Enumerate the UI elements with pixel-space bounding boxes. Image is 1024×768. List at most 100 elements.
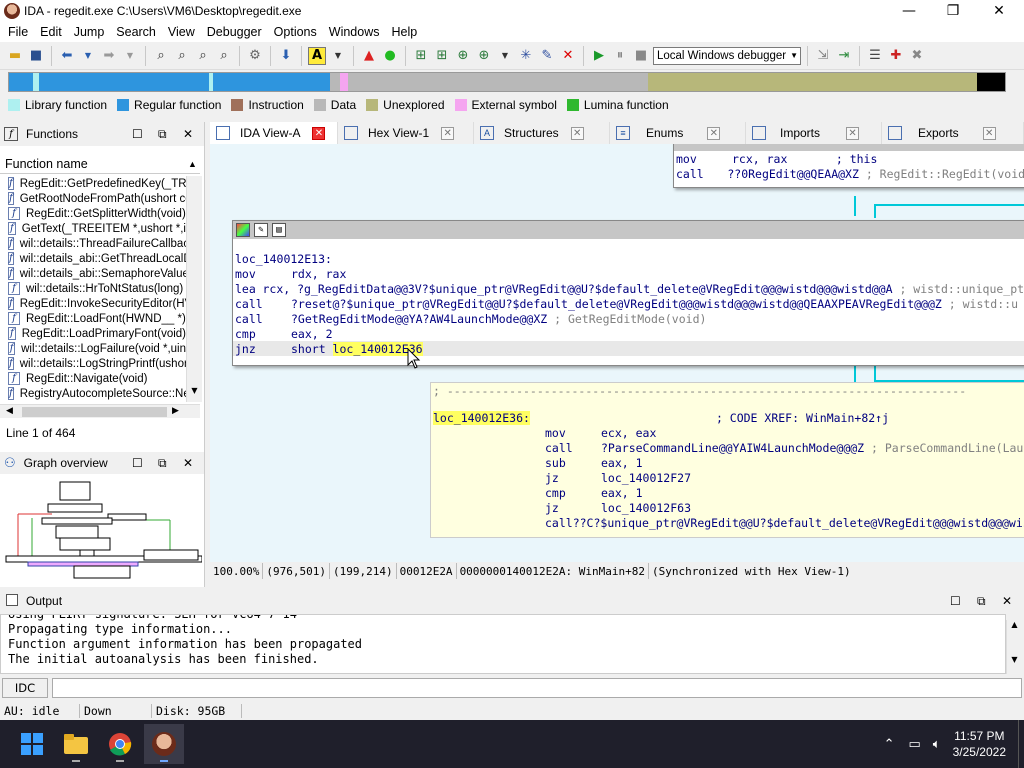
scroll-down-icon[interactable]: ▼ xyxy=(1007,655,1022,664)
stop-icon[interactable]: ■ xyxy=(632,47,650,65)
tab-exports[interactable]: Exports ✕ xyxy=(882,122,1024,144)
node-color-icon[interactable] xyxy=(236,223,250,237)
maximize-button[interactable]: ❐ xyxy=(930,0,976,22)
back-arrow-icon[interactable]: ⬅ xyxy=(58,47,76,65)
list-item[interactable]: f GetText(_TREEITEM *,ushort *,i xyxy=(0,221,186,236)
location-label[interactable]: loc_140012E36: xyxy=(433,410,530,425)
list-item[interactable]: f RegEdit::GetPredefinedKey(_TRE xyxy=(0,176,186,191)
start-button[interactable] xyxy=(12,724,52,764)
step-over-icon[interactable]: ⇥ xyxy=(835,47,853,65)
asm-line[interactable]: cmp eax, 2 xyxy=(233,326,1024,341)
scroll-left-icon[interactable]: ◀ xyxy=(6,406,13,416)
forward-arrow-icon[interactable]: ➡ xyxy=(100,47,118,65)
open-folder-icon[interactable]: ▬ xyxy=(6,47,24,65)
asm-line[interactable]: mov rdx, rax xyxy=(233,266,1024,281)
panel-close-icon[interactable]: ✕ xyxy=(1002,594,1012,608)
delete-x-icon[interactable]: ✕ xyxy=(559,47,577,65)
pause-icon[interactable]: ⏸ xyxy=(611,47,629,65)
edit-icon[interactable]: ✎ xyxy=(538,47,556,65)
list-item[interactable]: f RegEdit::GetSplitterWidth(void) xyxy=(0,206,186,221)
list-item[interactable]: f wil::details::ThreadFailureCallbac xyxy=(0,236,186,251)
menu-view[interactable]: View xyxy=(162,25,201,39)
output-vscrollbar[interactable]: ▲ ▼ xyxy=(1006,620,1022,674)
chevron-up-icon[interactable]: ⌃ xyxy=(884,736,895,752)
tab-enums[interactable]: ≡ Enums ✕ xyxy=(610,122,746,144)
breakpoint-remove-icon[interactable]: ✖ xyxy=(908,47,926,65)
graph-overview-minimap[interactable] xyxy=(2,478,202,584)
list-item[interactable]: f RegEdit::LoadPrimaryFont(void) xyxy=(0,326,186,341)
asm-label[interactable]: loc_140012E13: xyxy=(233,251,1024,266)
list-item[interactable]: f wil::details::LogStringPrintf(ushor xyxy=(0,356,186,371)
panel-close-icon[interactable]: ✕ xyxy=(183,456,193,470)
function-name-column-header[interactable]: Function name ▲ xyxy=(0,154,200,174)
add-item-icon[interactable]: ⊕ xyxy=(454,47,472,65)
tab-close-icon[interactable]: ✕ xyxy=(570,126,584,140)
list-item[interactable]: f wil::details::LogFailure(void *,uin xyxy=(0,341,186,356)
asm-line[interactable]: call ?reset@?$unique_ptr@VRegEdit@@U?$def… xyxy=(233,296,1024,311)
idc-language-button[interactable]: IDC xyxy=(2,678,48,698)
panel-maximize-icon[interactable]: ☐ xyxy=(950,594,961,608)
string-type-icon[interactable]: A xyxy=(308,46,326,65)
panel-float-icon[interactable]: ⧉ xyxy=(158,456,167,471)
network-icon[interactable]: ▭ xyxy=(909,736,921,752)
panel-maximize-icon[interactable]: ☐ xyxy=(132,127,143,141)
asm-line[interactable]: call ??C?$unique_ptr@VRegEdit@@U?$default… xyxy=(431,515,1024,530)
asm-line[interactable]: cmp eax, 1 xyxy=(431,485,1024,500)
show-desktop-button[interactable] xyxy=(1018,720,1024,768)
tab-close-icon[interactable]: ✕ xyxy=(707,126,721,140)
graph-node-loc-140012e13[interactable]: ✎ ▤ loc_140012E13: mov rdx, rax lea rcx, ?… xyxy=(232,220,1024,366)
clock[interactable]: 11:57 PM 3/25/2022 xyxy=(953,728,1006,760)
menu-search[interactable]: Search xyxy=(110,25,162,39)
binoculars-icon[interactable]: ⌕ xyxy=(152,47,170,65)
functions-list[interactable]: f RegEdit::GetPredefinedKey(_TRE f GetRoot… xyxy=(0,176,186,402)
ida-taskbar-button[interactable] xyxy=(144,724,184,764)
asm-line[interactable]: sub eax, 1 xyxy=(431,455,1024,470)
menu-debugger[interactable]: Debugger xyxy=(201,25,268,39)
list-item[interactable]: f RegEdit::InvokeSecurityEditor(HV xyxy=(0,296,186,311)
dropdown-icon[interactable]: ▼ xyxy=(79,47,97,65)
asm-line[interactable]: jz loc_140012F63 xyxy=(431,500,1024,515)
functions-vscrollbar[interactable]: ▼ xyxy=(186,176,202,402)
debugger-select[interactable]: Local Windows debugger ▼ xyxy=(653,46,801,65)
add-struct-icon[interactable]: ⊞ xyxy=(433,47,451,65)
create-function-icon[interactable]: ⊞ xyxy=(412,47,430,65)
dropdown-icon[interactable]: ▼ xyxy=(496,47,514,65)
menu-options[interactable]: Options xyxy=(268,25,323,39)
asm-line[interactable]: call ?GetRegEditMode@@YA?AW4LaunchMode@@X… xyxy=(233,311,1024,326)
command-input[interactable] xyxy=(52,678,1022,698)
breakpoint-list-icon[interactable]: ☰ xyxy=(866,47,884,65)
list-item[interactable]: f RegEdit::Navigate(void) xyxy=(0,371,186,386)
tab-ida-view-a[interactable]: IDA View-A ✕ xyxy=(210,122,338,144)
chrome-button[interactable] xyxy=(100,724,140,764)
navigation-band[interactable] xyxy=(8,72,1006,92)
add-enum-icon[interactable]: ⊕ xyxy=(475,47,493,65)
menu-help[interactable]: Help xyxy=(385,25,423,39)
graph-node-top[interactable]: mov rcx, rax ; this call ??0RegEdit@@QEAA@… xyxy=(673,144,1024,188)
dropdown-icon[interactable]: ▼ xyxy=(329,47,347,65)
panel-close-icon[interactable]: ✕ xyxy=(183,127,193,141)
list-item[interactable]: f GetRootNodeFromPath(ushort co xyxy=(0,191,186,206)
dropdown-icon[interactable]: ▼ xyxy=(121,47,139,65)
list-item[interactable]: f wil::details_abi::SemaphoreValue xyxy=(0,266,186,281)
search-immediate-icon[interactable]: ⌕ xyxy=(215,47,233,65)
xref-icon[interactable]: ✳ xyxy=(517,47,535,65)
tab-close-icon[interactable]: ✕ xyxy=(441,126,455,140)
tab-close-icon[interactable]: ✕ xyxy=(982,126,996,140)
node-group-icon[interactable]: ▤ xyxy=(272,223,286,237)
tab-close-icon[interactable]: ✕ xyxy=(312,126,326,140)
output-log[interactable]: Using FLIRT signature: SEH for vc64 7-14… xyxy=(0,614,1006,674)
asm-line-current[interactable]: jnz short loc_140012E36 xyxy=(233,341,1024,356)
graph-node-loc-140012e36[interactable]: ; --------------------------------------… xyxy=(430,382,1024,538)
tab-hex-view-1[interactable]: Hex View-1 ✕ xyxy=(338,122,474,144)
scroll-right-icon[interactable]: ▶ xyxy=(172,406,179,416)
jump-down-icon[interactable]: ⬇ xyxy=(277,47,295,65)
asm-label[interactable]: loc_140012E36: ; CODE XREF: WinMain+82↑j xyxy=(431,410,1024,425)
breakpoint-add-icon[interactable]: ✚ xyxy=(887,47,905,65)
menu-edit[interactable]: Edit xyxy=(34,25,68,39)
step-into-icon[interactable]: ⇲ xyxy=(814,47,832,65)
ida-graph-view[interactable]: mov rcx, rax ; this call ??0RegEdit@@QEAA@… xyxy=(210,144,1024,562)
tab-close-icon[interactable]: ✕ xyxy=(846,126,860,140)
asm-line[interactable]: mov rcx, rax ; this xyxy=(674,151,1024,166)
list-item[interactable]: f wil::details_abi::GetThreadLocalD xyxy=(0,251,186,266)
settings-gear-icon[interactable]: ⚙ xyxy=(246,47,264,65)
